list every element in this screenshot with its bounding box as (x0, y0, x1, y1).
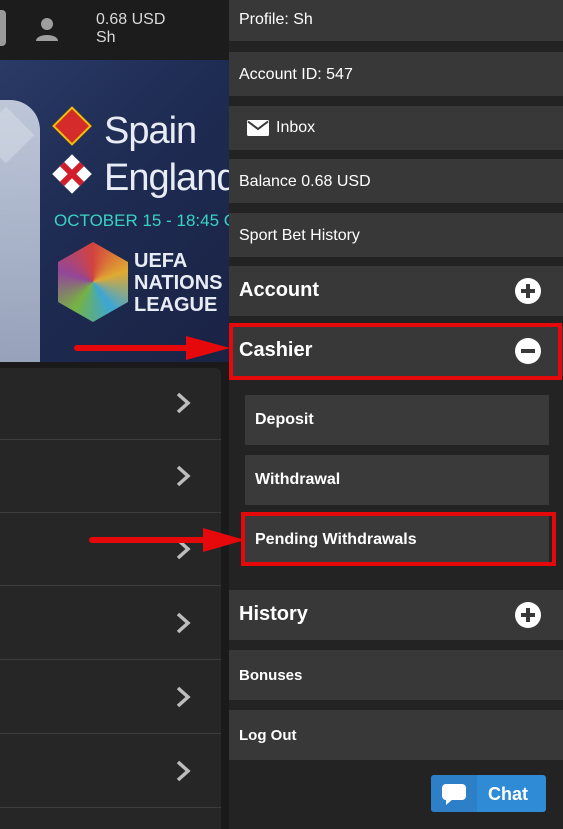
left-list (0, 368, 221, 829)
list-item[interactable] (0, 368, 221, 440)
england-flag-icon (52, 154, 92, 194)
chat-button[interactable]: Chat (431, 775, 546, 812)
banner-team2: England (104, 157, 229, 199)
menu-history-label: History (239, 603, 308, 625)
header-user-name: Sh (96, 29, 116, 46)
menu-sport-bet-history-label: Sport Bet History (239, 227, 360, 244)
league-line-3: LEAGUE (134, 294, 218, 316)
menu-balance-label: Balance 0.68 USD (239, 173, 371, 190)
chevron-right-icon (176, 612, 191, 634)
cashier-withdrawal-label: Withdrawal (255, 471, 341, 488)
chevron-right-icon (176, 686, 191, 708)
list-item[interactable] (0, 662, 221, 734)
menu-bonuses-label: Bonuses (239, 667, 303, 684)
header-balance-amount: 0.68 USD (96, 11, 166, 28)
chevron-right-icon (176, 392, 191, 414)
chat-label: Chat (488, 784, 528, 804)
list-item[interactable] (0, 588, 221, 660)
arrow-right-icon (74, 336, 230, 360)
cashier-deposit[interactable]: Deposit (245, 395, 549, 445)
menu-account-id: Account ID: 547 (229, 52, 563, 96)
league-line-2: NATIONS (134, 272, 223, 294)
chevron-right-icon (176, 465, 191, 487)
list-item[interactable] (0, 441, 221, 513)
menu-inbox[interactable]: Inbox (229, 106, 563, 150)
chevron-right-icon (176, 760, 191, 782)
menu-account-id-label: Account ID: 547 (239, 66, 353, 83)
plus-icon[interactable] (515, 602, 541, 628)
cashier-withdrawal[interactable]: Withdrawal (245, 455, 549, 505)
arrow-right-icon (89, 528, 245, 552)
menu-logout-label: Log Out (239, 727, 297, 744)
user-icon[interactable] (33, 15, 61, 43)
cashier-deposit-label: Deposit (255, 411, 314, 428)
plus-icon[interactable] (515, 278, 541, 304)
menu-sport-bet-history[interactable]: Sport Bet History (229, 213, 563, 257)
pending-withdrawals-highlight-box (241, 512, 556, 566)
menu-edge-button[interactable] (0, 10, 6, 46)
nations-league-logo-icon (58, 242, 128, 322)
menu-bonuses[interactable]: Bonuses (229, 650, 563, 700)
menu-history-section[interactable]: History (229, 590, 563, 640)
menu-account-label: Account (239, 279, 319, 301)
mail-icon (247, 120, 269, 136)
menu-logout[interactable]: Log Out (229, 710, 563, 760)
menu-profile-label: Profile: Sh (239, 11, 313, 28)
chat-icon-area (431, 775, 477, 812)
top-bar: 0.68 USD Sh (0, 0, 229, 60)
menu-profile[interactable]: Profile: Sh (229, 0, 563, 41)
header-balance: 0.68 USD Sh (96, 11, 165, 47)
spain-flag-icon (52, 106, 92, 146)
list-item[interactable] (0, 736, 221, 808)
banner-datetime: OCTOBER 15 - 18:45 GMT (54, 211, 229, 230)
chat-bubble-icon (442, 784, 466, 805)
menu-balance: Balance 0.68 USD (229, 159, 563, 203)
banner-league: UEFA NATIONS LEAGUE (134, 250, 223, 316)
banner-team1: Spain (104, 110, 197, 152)
menu-account-section[interactable]: Account (229, 266, 563, 316)
cashier-highlight-box (229, 323, 562, 380)
promo-banner[interactable]: Spain England OCTOBER 15 - 18:45 GMT UEF… (0, 60, 229, 362)
league-line-1: UEFA (134, 250, 188, 272)
menu-inbox-label: Inbox (276, 119, 316, 136)
